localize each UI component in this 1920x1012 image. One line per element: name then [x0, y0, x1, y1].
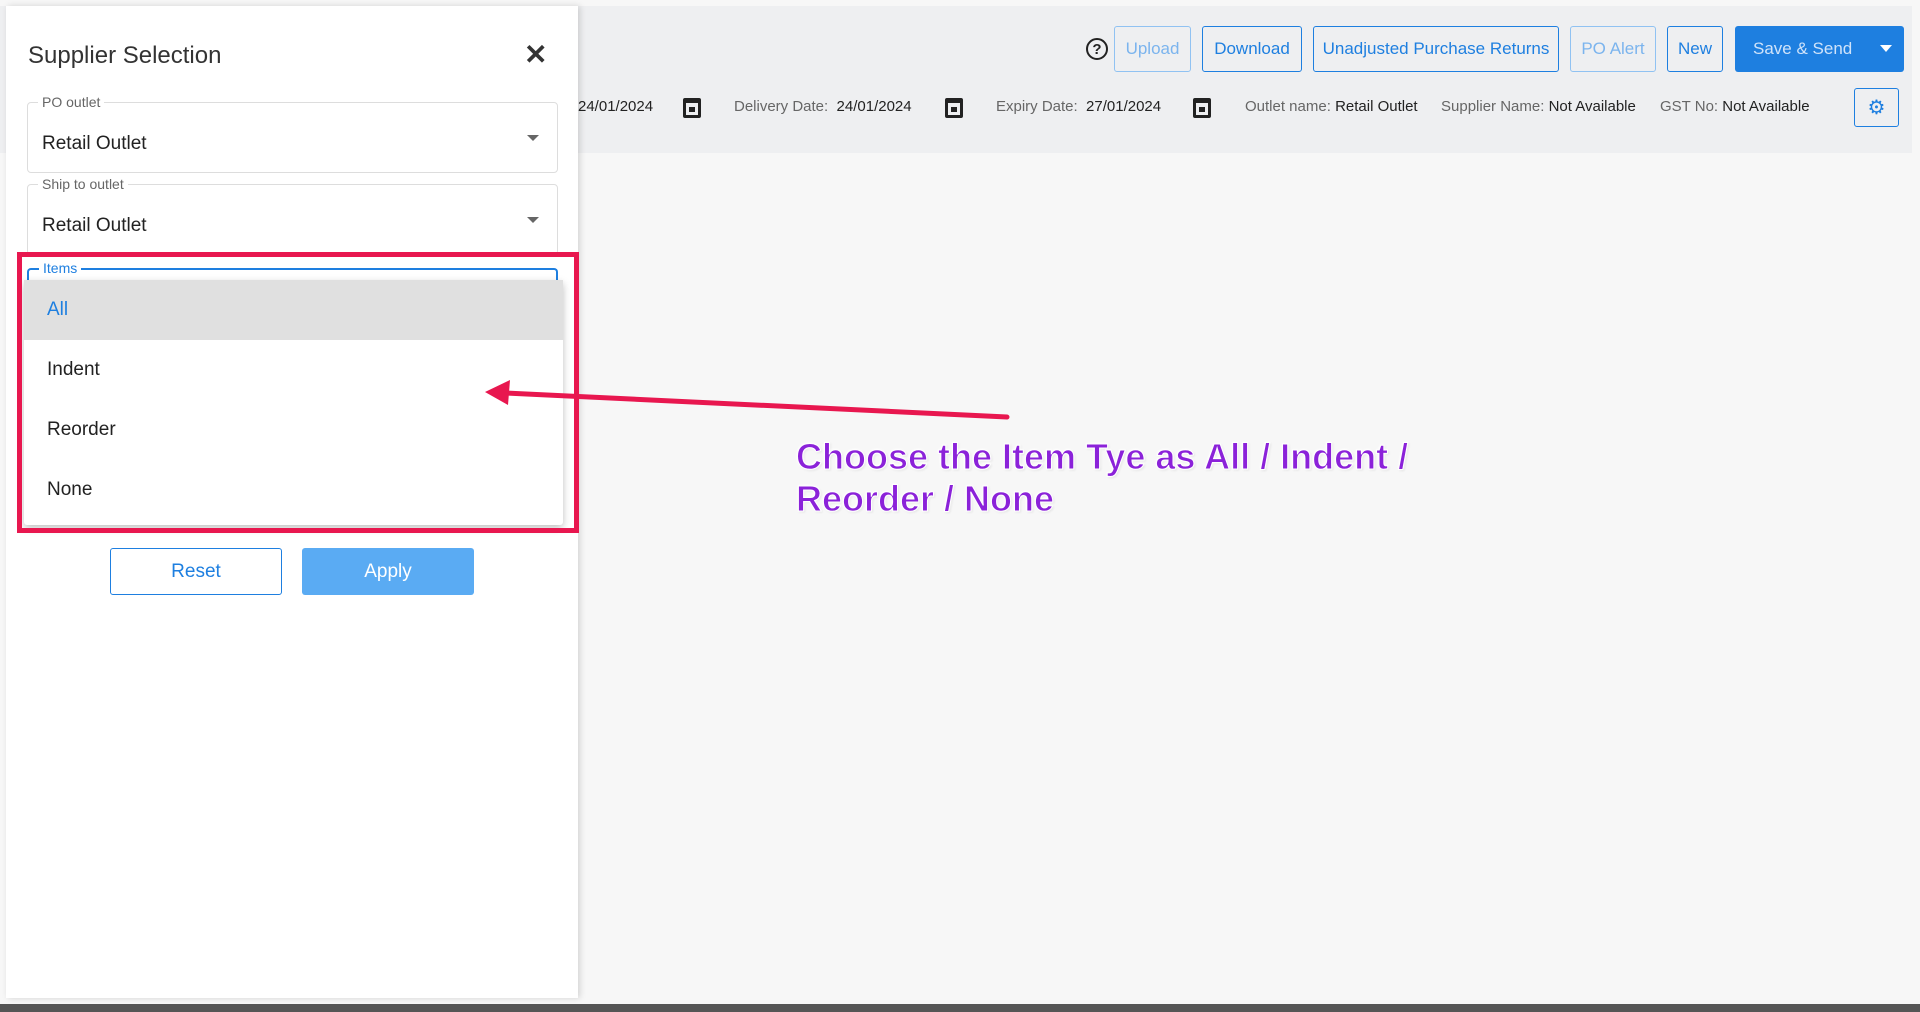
annotation-text: Choose the Item Tye as All / Indent / Reo… [795, 436, 1409, 520]
arrow-line [502, 390, 1010, 420]
bottom-border [0, 1004, 1920, 1012]
arrow-head [485, 380, 510, 405]
